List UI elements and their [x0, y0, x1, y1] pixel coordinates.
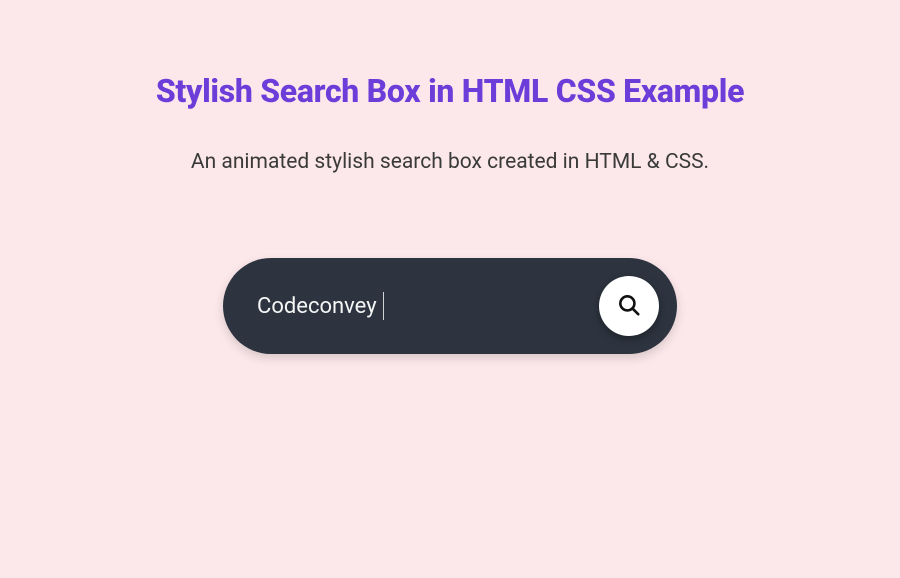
text-cursor — [383, 292, 384, 320]
search-icon — [616, 292, 642, 321]
search-input-text[interactable]: Codeconvey — [257, 294, 377, 319]
page-title: Stylish Search Box in HTML CSS Example — [156, 72, 744, 110]
page-subtitle: An animated stylish search box created i… — [191, 150, 709, 174]
page-container: Stylish Search Box in HTML CSS Example A… — [0, 0, 900, 354]
search-button[interactable] — [599, 276, 659, 336]
search-pill: Codeconvey — [223, 258, 677, 354]
search-box: Codeconvey — [223, 258, 677, 354]
